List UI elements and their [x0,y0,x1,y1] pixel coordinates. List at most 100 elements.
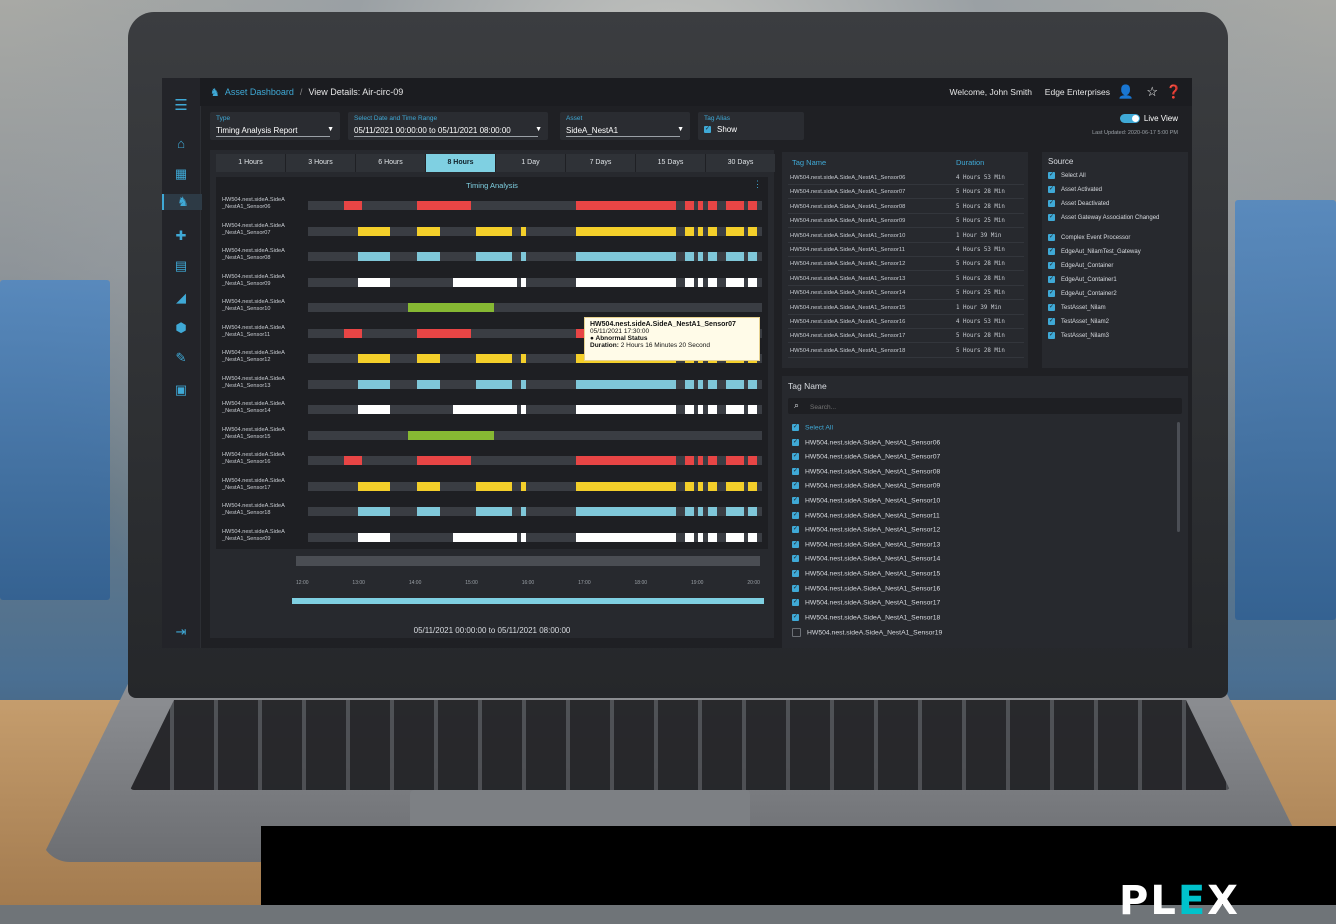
checkbox-icon[interactable]: ✓ [792,424,799,431]
status-segment[interactable] [357,252,390,261]
timeline-track[interactable] [308,507,762,516]
status-segment[interactable] [416,201,472,210]
edit-icon[interactable]: ✎ [171,350,191,366]
status-segment[interactable] [707,226,717,236]
status-segment[interactable] [453,277,517,287]
home-icon[interactable]: ⌂ [171,136,191,152]
checkbox-icon[interactable]: ✓ [1048,332,1055,339]
status-segment[interactable] [748,277,758,287]
more-options-icon[interactable]: ⋮ [753,179,762,190]
status-segment[interactable] [748,532,758,542]
status-segment[interactable] [521,507,526,516]
status-segment[interactable] [575,379,676,389]
tag-list-item[interactable]: ✓ HW504.nest.sideA.SideA_NestA1_Sensor18 [792,613,1172,621]
table-row[interactable]: HW504.nest.sideA.SideA_NestA1_Sensor15 1 … [788,302,1024,315]
table-row[interactable]: HW504.nest.sideA.SideA_NestA1_Sensor11 4 … [788,244,1024,257]
tab-15-days[interactable]: 15 Days [636,154,706,172]
source-item[interactable]: ✓ EdgeAut_NilamTest_Gateway [1048,248,1184,255]
status-segment[interactable] [707,201,717,210]
status-segment[interactable] [725,226,744,236]
tab-6-hours[interactable]: 6 Hours [356,154,426,172]
status-segment[interactable] [698,456,703,465]
tag-list-item[interactable]: ✓ HW504.nest.sideA.SideA_NestA1_Sensor12 [792,526,1172,533]
checkbox-icon[interactable]: ✓ [1048,318,1055,325]
status-segment[interactable] [416,379,440,389]
status-segment[interactable] [748,252,758,261]
table-row[interactable]: HW504.nest.sideA.SideA_NestA1_Sensor08 5 … [788,201,1024,214]
status-segment[interactable] [416,328,472,338]
tab-1-hours[interactable]: 1 Hours [216,154,286,172]
checkbox-icon[interactable]: ✓ [792,511,799,519]
source-item[interactable]: ✓ EdgeAut_Container2 [1048,290,1184,297]
export-icon[interactable]: ⇥ [171,624,191,640]
status-segment[interactable] [521,252,526,261]
document-icon[interactable]: ▤ [171,258,191,274]
table-row[interactable]: HW504.nest.sideA.SideA_NestA1_Sensor18 5 … [788,345,1024,358]
status-segment[interactable] [575,252,676,261]
tag-list-item[interactable]: ✓ HW504.nest.sideA.SideA_NestA1_Sensor07 [792,453,1172,460]
timeline-track[interactable] [308,379,762,389]
timeline-track[interactable] [308,252,762,261]
source-item[interactable]: ✓ EdgeAut_Container1 [1048,276,1184,283]
checkbox-icon[interactable]: ✓ [1048,234,1055,241]
status-segment[interactable] [357,481,390,491]
timeline-track[interactable] [308,430,762,440]
timeline-track[interactable] [308,456,762,465]
status-segment[interactable] [698,507,703,516]
status-segment[interactable] [575,226,676,236]
checkbox-icon[interactable]: ✓ [792,482,799,490]
status-segment[interactable] [416,507,440,516]
status-segment[interactable] [344,328,363,338]
status-segment[interactable] [575,405,676,414]
status-segment[interactable] [575,481,676,491]
toggle-switch[interactable] [1119,114,1140,124]
status-segment[interactable] [748,481,758,491]
status-segment[interactable] [416,226,440,236]
star-icon[interactable]: ☆ [1146,84,1158,100]
timeline-track[interactable] [308,405,762,414]
checkbox-icon[interactable]: ✓ [792,526,799,534]
tag-list-item[interactable]: ✓ HW504.nest.sideA.SideA_NestA1_Sensor14 [792,555,1172,563]
source-item[interactable]: ✓ Asset Deactivated [1048,200,1184,207]
checkbox-icon[interactable]: ✓ [1048,200,1055,207]
checkbox-icon[interactable]: ✓ [792,540,799,548]
status-segment[interactable] [575,456,676,465]
status-segment[interactable] [684,252,694,261]
status-segment[interactable] [521,379,526,389]
table-row[interactable]: HW504.nest.sideA.SideA_NestA1_Sensor16 4 … [788,316,1024,329]
status-segment[interactable] [575,201,676,210]
checkbox-icon[interactable]: ✓ [1048,248,1055,255]
status-segment[interactable] [521,532,526,542]
source-item[interactable]: ✓ Asset Activated [1048,186,1184,193]
checkbox-icon[interactable]: ✓ [792,438,799,446]
status-segment[interactable] [748,201,758,210]
status-segment[interactable] [407,303,495,312]
timeline-track[interactable] [308,481,762,491]
source-item[interactable]: ✓ Complex Event Processor [1048,234,1184,241]
timeline-track[interactable] [308,226,762,236]
source-item[interactable]: ✓ EdgeAut_Container [1048,262,1184,269]
checkbox-icon[interactable]: ✓ [792,555,799,563]
tab-30-days[interactable]: 30 Days [706,154,776,172]
status-segment[interactable] [357,277,390,287]
help-icon[interactable]: ❓ [1166,84,1182,100]
status-segment[interactable] [475,379,513,389]
checkbox-icon[interactable]: ✓ [792,467,799,475]
status-segment[interactable] [707,405,717,414]
status-segment[interactable] [698,252,703,261]
status-segment[interactable] [416,456,472,465]
status-segment[interactable] [521,481,526,491]
status-segment[interactable] [521,277,526,287]
status-segment[interactable] [453,405,517,414]
timeline-track[interactable] [308,532,762,542]
status-segment[interactable] [684,201,694,210]
tag-list-item[interactable]: ✓ HW504.nest.sideA.SideA_NestA1_Sensor10 [792,497,1172,504]
checkbox-icon[interactable]: ✓ [1048,290,1055,297]
user-icon[interactable]: 👤 [1118,84,1134,100]
status-segment[interactable] [698,532,703,542]
status-segment[interactable] [357,405,390,414]
navigator-scrollbar[interactable] [292,598,764,604]
status-segment[interactable] [416,481,440,491]
tag-list-item[interactable]: ✓ HW504.nest.sideA.SideA_NestA1_Sensor17 [792,599,1172,606]
status-segment[interactable] [707,532,717,542]
